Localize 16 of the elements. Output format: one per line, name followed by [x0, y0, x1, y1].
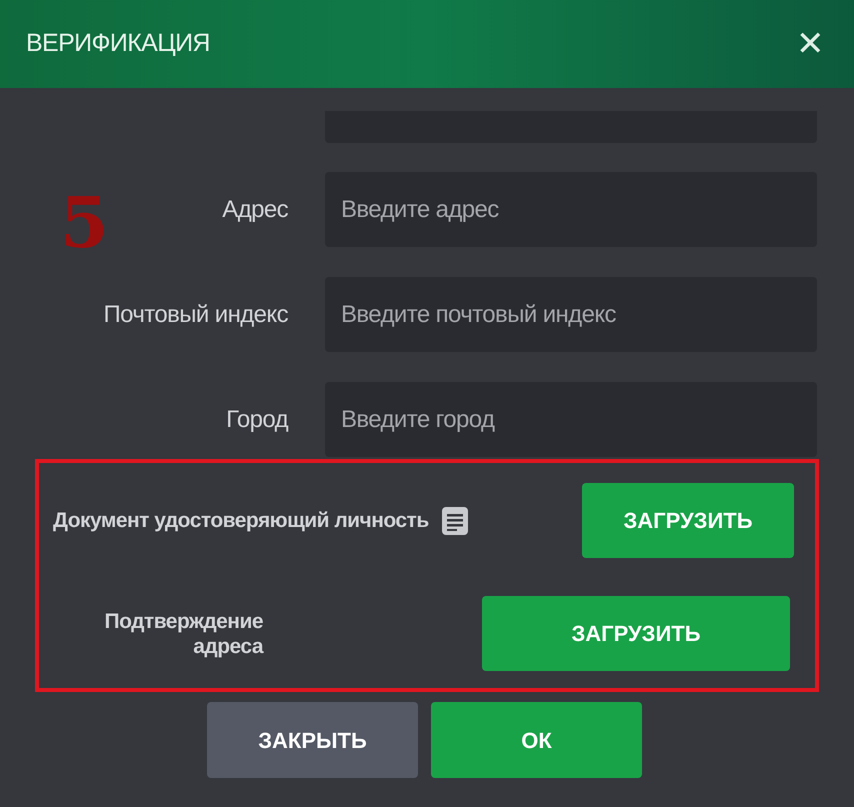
input-field[interactable]: Введите город [325, 382, 817, 457]
field-label: Почтовый индекс [103, 300, 288, 330]
close-button[interactable]: ✕ [796, 27, 824, 61]
input-field[interactable]: Введите адрес [325, 172, 817, 247]
ok-button[interactable]: ОК [431, 702, 642, 778]
document-icon[interactable] [442, 506, 468, 534]
upload-label: Документ удостоверяющий личность [52, 508, 429, 534]
upload-button[interactable]: ЗАГРУЗИТЬ [482, 596, 790, 671]
window-title: ВЕРИФИКАЦИЯ [26, 28, 210, 60]
close-dialog-button[interactable]: ЗАКРЫТЬ [207, 702, 418, 778]
field-label: Город [226, 404, 288, 434]
field-label: Адрес [222, 194, 288, 224]
upload-button[interactable]: ЗАГРУЗИТЬ [582, 483, 794, 558]
annotation-number: 5 [60, 188, 109, 258]
upload-label: Подтверждение адреса [104, 608, 263, 658]
input-field[interactable]: Введите почтовый индекс [325, 277, 817, 352]
